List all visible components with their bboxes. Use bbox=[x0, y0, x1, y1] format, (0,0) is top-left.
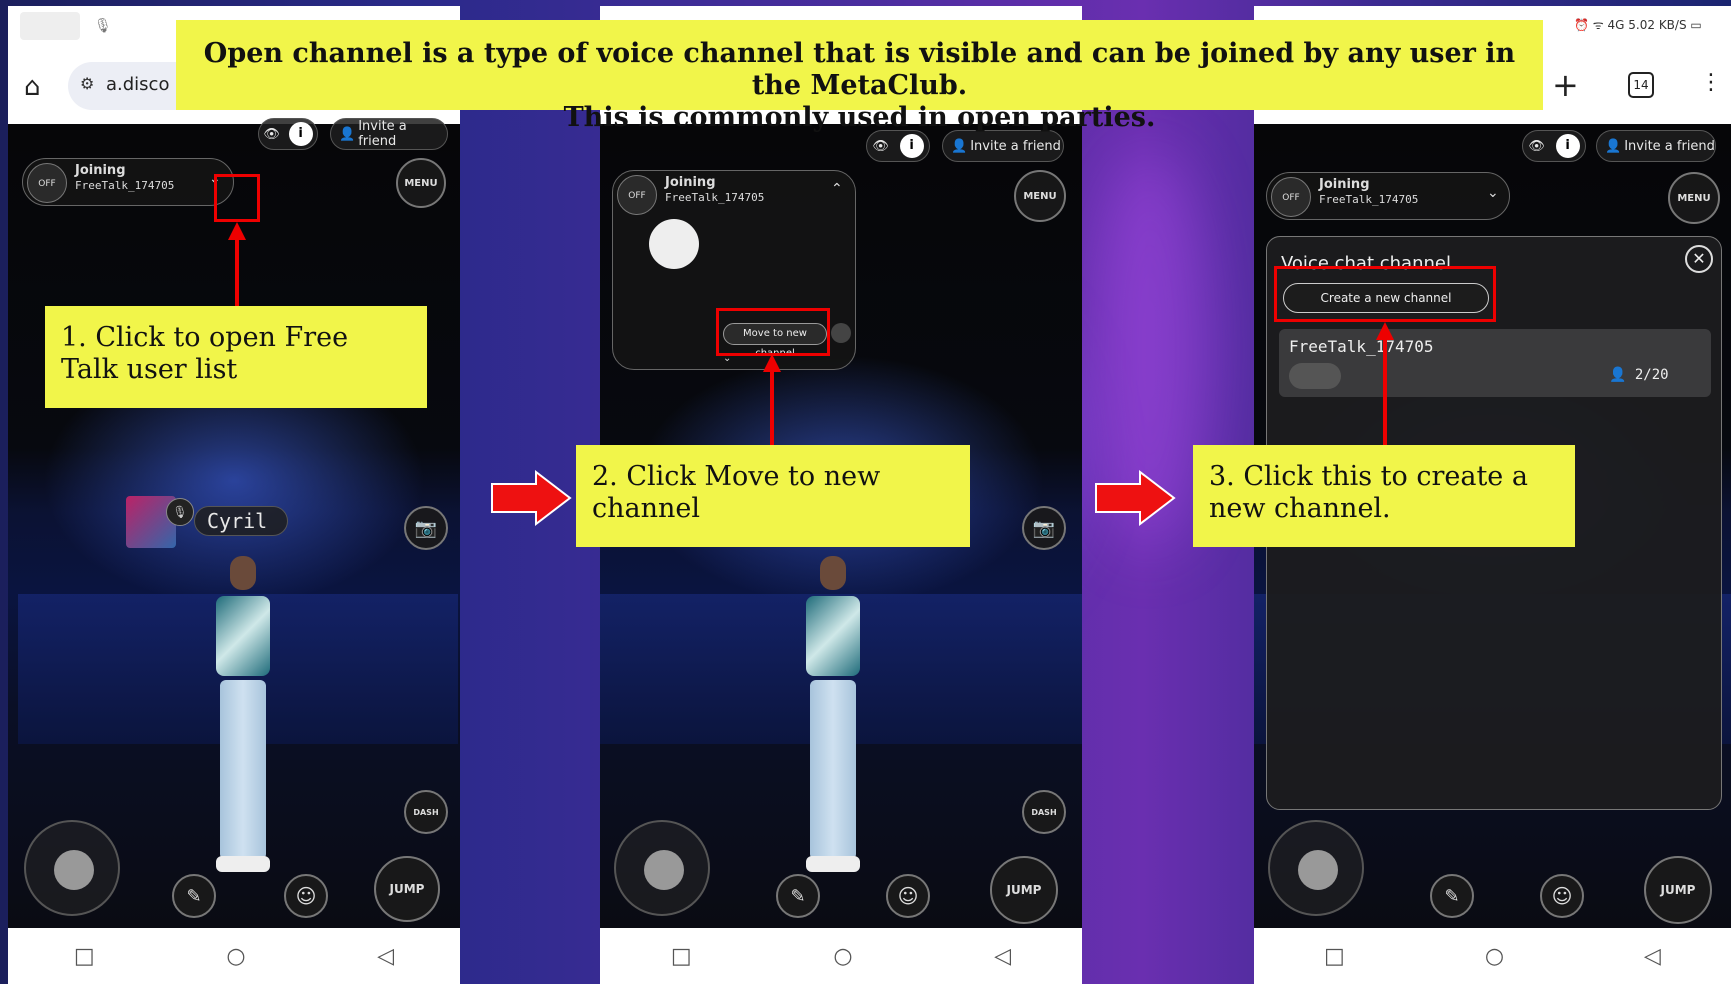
annotation-arrowhead bbox=[1376, 322, 1394, 340]
jump-button[interactable]: JUMP bbox=[374, 856, 440, 922]
voice-channel-bar[interactable]: OFF Joining FreeTalk_174705 ⌄ bbox=[22, 158, 234, 206]
eye-icon[interactable]: 👁 bbox=[1528, 139, 1545, 154]
view-toggle[interactable]: 👁 i bbox=[1522, 130, 1586, 162]
emote-icon[interactable]: ☺ bbox=[284, 874, 328, 918]
annotation-line bbox=[770, 370, 774, 450]
voice-channel-bar[interactable]: OFF Joining FreeTalk_174705 ⌄ bbox=[1266, 172, 1510, 220]
channel-name: FreeTalk_174705 bbox=[1319, 193, 1419, 206]
menu-button[interactable]: MENU bbox=[396, 158, 446, 208]
chat-icon[interactable]: ✎ bbox=[1430, 874, 1474, 918]
step-2-note: 2. Click Move to new channel bbox=[576, 445, 970, 547]
mic-icon: 🎙 bbox=[166, 498, 194, 526]
dash-button[interactable]: DASH bbox=[1022, 790, 1066, 834]
person-icon[interactable]: i bbox=[899, 134, 924, 158]
highlight-box bbox=[716, 308, 830, 356]
banner-line-2: This is commonly used in open parties. bbox=[563, 102, 1156, 133]
add-user-icon: 👤 bbox=[951, 138, 968, 154]
recents-icon[interactable]: □ bbox=[1324, 944, 1345, 969]
channel-list-item[interactable]: FreeTalk_174705 👤 2/20 bbox=[1279, 329, 1711, 397]
mic-off-icon[interactable]: OFF bbox=[1271, 177, 1311, 217]
movement-joystick[interactable] bbox=[1268, 820, 1364, 916]
channel-name: FreeTalk_174705 bbox=[665, 191, 765, 204]
back-icon[interactable]: ◁ bbox=[1644, 944, 1661, 969]
user-avatar[interactable] bbox=[649, 219, 699, 269]
menu-button[interactable]: MENU bbox=[1014, 170, 1066, 222]
player-character bbox=[208, 556, 278, 876]
dash-button[interactable]: DASH bbox=[404, 790, 448, 834]
title-banner: Open channel is a type of voice channel … bbox=[176, 20, 1543, 133]
movement-joystick[interactable] bbox=[614, 820, 710, 916]
eye-icon[interactable]: 👁 bbox=[872, 139, 889, 154]
chevron-down-icon[interactable]: ⌄ bbox=[1487, 185, 1499, 201]
chat-icon[interactable]: ✎ bbox=[172, 874, 216, 918]
highlight-box bbox=[214, 174, 260, 222]
invite-friend-button[interactable]: 👤 Invite a friend bbox=[1596, 130, 1716, 162]
jump-button[interactable]: JUMP bbox=[990, 856, 1058, 924]
url-text: a.disco bbox=[106, 74, 170, 95]
person-icon[interactable]: i bbox=[1555, 134, 1580, 158]
home-nav-icon[interactable]: ○ bbox=[226, 944, 245, 969]
status-bar: ⏰ ᯤ 4G 5.02 KB/S ▭ bbox=[1574, 18, 1702, 32]
camera-icon[interactable]: 📷 bbox=[1022, 506, 1066, 550]
chevron-up-icon[interactable]: ⌃ bbox=[831, 181, 843, 197]
step-arrow-icon bbox=[1095, 470, 1176, 526]
site-settings-icon[interactable]: ⚙ bbox=[80, 74, 94, 93]
new-tab-icon[interactable]: + bbox=[1552, 66, 1579, 104]
home-icon[interactable]: ⌂ bbox=[24, 72, 41, 102]
jump-button[interactable]: JUMP bbox=[1644, 856, 1712, 924]
channel-item-name: FreeTalk_174705 bbox=[1289, 337, 1434, 356]
recents-icon[interactable]: □ bbox=[74, 944, 95, 969]
android-nav-bar: □ ○ ◁ bbox=[8, 928, 460, 984]
invite-label: Invite a friend bbox=[970, 138, 1061, 154]
recents-icon[interactable]: □ bbox=[671, 944, 692, 969]
close-icon[interactable]: ✕ bbox=[1685, 245, 1713, 273]
invite-label: Invite a friend bbox=[1624, 138, 1715, 154]
mic-off-icon[interactable]: OFF bbox=[27, 163, 67, 203]
step-3-note: 3. Click this to create a new channel. bbox=[1193, 445, 1575, 547]
invite-friend-button[interactable]: 👤 Invite a friend bbox=[942, 130, 1064, 162]
banner-line-1: Open channel is a type of voice channel … bbox=[203, 38, 1516, 101]
emote-icon[interactable]: ☺ bbox=[886, 874, 930, 918]
person-icon: 👤 bbox=[1609, 367, 1627, 383]
movement-joystick[interactable] bbox=[24, 820, 120, 916]
player-character bbox=[798, 556, 868, 876]
member-count: 👤 2/20 bbox=[1609, 367, 1669, 383]
emote-icon[interactable]: ☺ bbox=[1540, 874, 1584, 918]
step-1-note: 1. Click to open Free Talk user list bbox=[45, 306, 427, 408]
camera-icon[interactable]: 📷 bbox=[404, 506, 448, 550]
back-icon[interactable]: ◁ bbox=[377, 944, 394, 969]
add-user-icon: 👤 bbox=[1605, 138, 1622, 154]
annotation-arrowhead bbox=[228, 222, 246, 240]
joining-status: Joining bbox=[665, 175, 716, 190]
mic-status-icon: 🎙 bbox=[94, 18, 112, 34]
settings-icon[interactable] bbox=[831, 323, 851, 343]
android-nav-bar: □ ○ ◁ bbox=[600, 928, 1082, 984]
channel-name: FreeTalk_174705 bbox=[75, 179, 175, 192]
step-arrow-icon bbox=[491, 470, 572, 526]
chat-icon[interactable]: ✎ bbox=[776, 874, 820, 918]
joining-status: Joining bbox=[75, 163, 126, 178]
annotation-line bbox=[1383, 338, 1387, 450]
view-toggle[interactable]: 👁 i bbox=[866, 130, 930, 162]
android-nav-bar: □ ○ ◁ bbox=[1254, 928, 1731, 984]
joining-status: Joining bbox=[1319, 177, 1370, 192]
player-name-tag: Cyril bbox=[194, 506, 288, 536]
home-nav-icon[interactable]: ○ bbox=[833, 944, 852, 969]
phone-screen-1: 🎙 ⌂ ⚙ a.disco 👁 i 👤 Invite a friend OFF … bbox=[8, 6, 460, 984]
mic-off-icon[interactable]: OFF bbox=[617, 175, 657, 215]
back-icon[interactable]: ◁ bbox=[994, 944, 1011, 969]
home-nav-icon[interactable]: ○ bbox=[1485, 944, 1504, 969]
status-bar bbox=[20, 12, 80, 40]
annotation-line bbox=[235, 238, 239, 314]
tab-count-icon[interactable]: 14 bbox=[1628, 72, 1654, 98]
overflow-menu-icon[interactable]: ⋮ bbox=[1700, 70, 1722, 95]
member-avatars bbox=[1289, 363, 1341, 389]
annotation-arrowhead bbox=[763, 354, 781, 372]
menu-button[interactable]: MENU bbox=[1668, 172, 1720, 224]
highlight-box bbox=[1274, 266, 1496, 322]
